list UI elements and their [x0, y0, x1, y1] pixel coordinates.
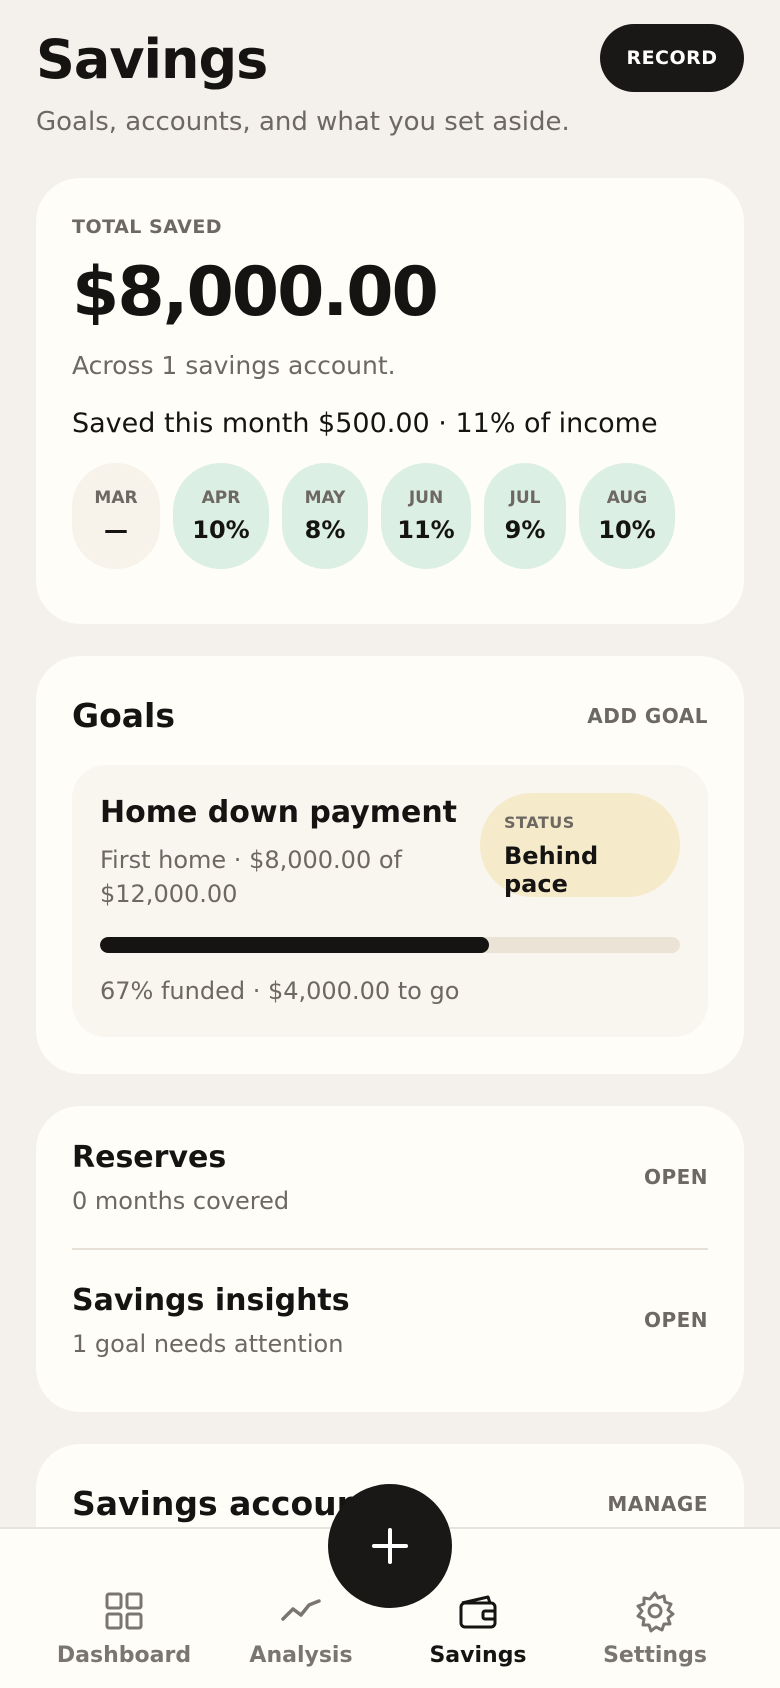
saved-this-month: Saved this month $500.00 · 11% of income — [72, 407, 658, 439]
goal-item[interactable]: Home down payment First home · $8,000.00… — [72, 765, 708, 1037]
goal-meta: First home · $8,000.00 of $12,000.00 — [100, 846, 402, 908]
month-chip-value: 11% — [397, 515, 455, 544]
month-chip-label: MAR — [94, 487, 138, 508]
month-chip-jul: JUL 9% — [484, 462, 566, 569]
page-subtitle: Goals, accounts, and what you set aside. — [36, 107, 570, 138]
month-chip-aug: AUG 10% — [579, 462, 675, 569]
nav-settings[interactable]: Settings — [565, 1589, 745, 1668]
goals-title: Goals — [72, 696, 175, 735]
reserves-title: Reserves — [72, 1139, 227, 1175]
month-chip-jun: JUN 11% — [381, 462, 471, 569]
insights-row[interactable]: Savings insights 1 goal needs attention … — [72, 1248, 708, 1390]
month-chip-value: 8% — [304, 515, 346, 544]
gear-icon — [636, 1591, 675, 1633]
total-saved-card: TOTAL SAVED $8,000.00 Across 1 savings a… — [36, 178, 744, 624]
total-saved-amount: $8,000.00 — [72, 253, 439, 332]
goals-header: Goals ADD GOAL — [72, 696, 708, 735]
status-value: Behind pace — [504, 842, 599, 898]
manage-accounts-button[interactable]: MANAGE — [607, 1492, 708, 1516]
month-chip-label: JUN — [408, 487, 444, 508]
month-chip-label: MAY — [304, 487, 346, 508]
nav-dashboard[interactable]: Dashboard — [34, 1589, 214, 1668]
trend-line-icon — [281, 1599, 321, 1621]
month-chip-label: AUG — [606, 487, 648, 508]
add-goal-button[interactable]: ADD GOAL — [587, 704, 708, 728]
grid-icon — [105, 1592, 143, 1630]
wallet-icon — [459, 1595, 497, 1629]
month-chip-label: APR — [201, 487, 241, 508]
month-chip-may: MAY 8% — [282, 462, 368, 569]
insights-title: Savings insights — [72, 1282, 350, 1318]
month-chip-mar: MAR — — [72, 462, 160, 569]
total-saved-label: TOTAL SAVED — [72, 216, 223, 238]
status-badge: STATUS Behind pace — [480, 793, 680, 898]
nav-label: Analysis — [249, 1643, 353, 1668]
goal-progress-text: 67% funded · $4,000.00 to go — [100, 977, 460, 1005]
goals-card: Goals ADD GOAL Home down payment First h… — [36, 656, 744, 1074]
nav-label: Settings — [603, 1643, 707, 1668]
month-chip-label: JUL — [509, 487, 541, 508]
reserves-subtitle: 0 months covered — [72, 1186, 290, 1215]
nav-label: Dashboard — [56, 1643, 192, 1668]
month-chip-value: — — [104, 515, 128, 544]
reserves-open-button[interactable]: OPEN — [644, 1165, 708, 1189]
nav-label: Savings — [429, 1643, 527, 1668]
insights-open-button[interactable]: OPEN — [644, 1308, 708, 1332]
record-button[interactable]: RECORD — [600, 24, 744, 92]
reserves-text: Reserves 0 months covered — [72, 1140, 289, 1215]
insights-text: Savings insights 1 goal needs attention — [72, 1283, 350, 1358]
month-chip-value: 9% — [504, 515, 546, 544]
month-chip-apr: APR 10% — [173, 462, 269, 569]
plus-icon — [372, 1528, 408, 1564]
insights-subtitle: 1 goal needs attention — [72, 1329, 344, 1358]
accounts-note: Across 1 savings account. — [72, 350, 396, 380]
reserves-row[interactable]: Reserves 0 months covered OPEN — [72, 1106, 708, 1248]
add-fab-button[interactable] — [328, 1484, 452, 1608]
status-label: STATUS — [504, 813, 575, 832]
month-chip-value: 10% — [598, 515, 656, 544]
month-chip-value: 10% — [192, 515, 250, 544]
quick-links-card: Reserves 0 months covered OPEN Savings i… — [36, 1106, 744, 1412]
goal-progress-fill — [100, 937, 489, 953]
page-header: Savings Goals, accounts, and what you se… — [36, 24, 744, 138]
goal-progress-bar — [100, 937, 680, 953]
monthly-rate-chips: MAR — APR 10% MAY 8% JUN 11% JUL 9% AUG … — [72, 462, 708, 569]
